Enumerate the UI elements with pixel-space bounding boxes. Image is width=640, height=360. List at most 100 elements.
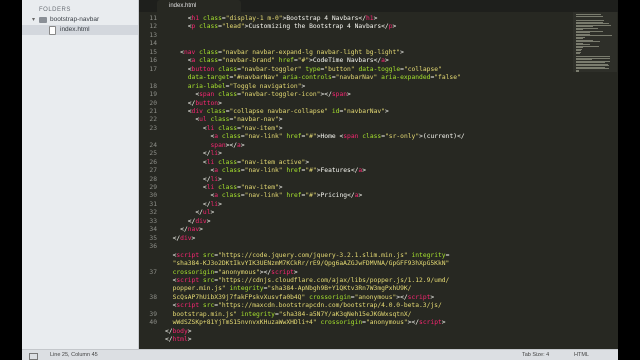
code-line[interactable]: <ul class="navbar-nav"> <box>165 116 282 124</box>
code-line[interactable]: </div> <box>165 218 211 226</box>
disclosure-icon[interactable]: ▾ <box>32 15 35 25</box>
code-line[interactable]: </button> <box>165 100 222 108</box>
code-line[interactable]: <span class="navbar-toggler-icon"></span… <box>165 91 351 99</box>
line-number: 13 <box>149 31 157 39</box>
code-line[interactable]: span></a> <box>165 142 245 150</box>
folder-label: bootstrap-navbar <box>50 16 100 23</box>
syntax-mode[interactable]: HTML <box>574 350 589 360</box>
code-line[interactable]: <li class="nav-item"> <box>165 184 283 192</box>
line-number: 31 <box>149 200 157 208</box>
code-line[interactable]: ScQsAP7hUibX39j7fakFPskvXusvfa0b4Q" cros… <box>165 294 435 302</box>
minimap-line <box>576 68 610 69</box>
code-token: div <box>180 234 192 242</box>
code-line[interactable]: <script src="https://cdnjs.cloudflare.co… <box>165 277 450 285</box>
code-line[interactable]: </ul> <box>165 209 214 217</box>
tab-size[interactable]: Tab Size: 4 <box>522 350 549 360</box>
code-line[interactable]: <li class="nav-item active"> <box>165 159 309 167</box>
code-line[interactable]: </div> <box>165 234 196 243</box>
sidebar: FOLDERS ▾ bootstrap-navbar index.html <box>22 0 139 349</box>
code-token: html <box>172 336 188 344</box>
code-token: "https://maxcdn.bootstrapcdn.com/bootstr… <box>218 302 442 310</box>
code-token: aria-expanded <box>381 74 431 82</box>
code-token: src <box>202 302 215 310</box>
code-token: integrity <box>229 285 264 293</box>
code-token: li <box>210 175 219 183</box>
code-token: class <box>199 48 219 56</box>
line-number: 12 <box>149 23 157 31</box>
code-token: script <box>176 302 200 310</box>
code-line[interactable]: <a class="nav-link" href="#">Features</a… <box>165 167 366 175</box>
code-token: > <box>301 82 306 90</box>
code-token: "navbar navbar-expand-lg navbar-light bg… <box>221 48 401 56</box>
code-token: class <box>218 158 238 166</box>
line-number: 22 <box>149 116 157 124</box>
code-token: aria-label <box>187 82 226 90</box>
code-line[interactable]: </li> <box>165 150 222 158</box>
code-line[interactable]: popper.min.js" integrity="sha384-ApNbgh9… <box>165 285 412 293</box>
code-line[interactable]: </html> <box>165 336 192 344</box>
code-line[interactable]: <p class="lead">Customizing the Bootstra… <box>165 23 397 31</box>
code-area[interactable]: <h1 class="display-1 m-0">Bootstrap 4 Na… <box>165 12 565 349</box>
code-line[interactable]: <script src = "https://code.jquery.com/jqu… <box>165 251 450 260</box>
code-line[interactable]: crossorigin="anonymous"></script> <box>165 269 298 277</box>
code-line[interactable]: <h1 class="display-1 m-0">Bootstrap 4 Na… <box>165 15 378 23</box>
line-number: 29 <box>149 184 157 191</box>
code-token: "#" <box>305 167 317 175</box>
code-token: > <box>400 48 404 56</box>
code-line[interactable]: <a class="nav-link" href="#">Pricing</a> <box>165 192 362 200</box>
code-line[interactable]: <div class="collapse navbar-collapse" id… <box>165 108 389 116</box>
code-token: = <box>445 251 450 259</box>
code-token: "Toggle navigation" <box>229 82 302 90</box>
folder-bootstrap-navbar[interactable]: ▾ bootstrap-navbar <box>22 15 138 25</box>
code-token: ></ <box>225 141 238 149</box>
code-token: > <box>199 226 203 234</box>
code-token: h1 <box>191 15 200 22</box>
code-line[interactable]: </nav> <box>165 226 203 234</box>
code-token: > <box>187 327 192 335</box>
code-line[interactable]: aria-label="Toggle navigation"> <box>165 82 306 91</box>
code-token: > <box>362 167 367 175</box>
code-token: "anonymous" <box>218 268 260 276</box>
code-token: < <box>165 133 215 141</box>
code-line[interactable]: </li> <box>165 201 222 209</box>
code-line[interactable]: "sha384-KJ3o2DKtIkvYIK3UENzmM7KCkRr/rE9/… <box>165 260 450 268</box>
code-line[interactable]: <script src="https://maxcdn.bootstrapcdn… <box>165 302 442 310</box>
code-token: li <box>210 200 219 208</box>
code-token: "sha384-a5N7Y/aK3qNeh15eJKGWxsqtnX/ <box>278 310 412 318</box>
code-line[interactable]: <button class="navbar-toggler" type="but… <box>165 66 442 74</box>
code-token: h1 <box>365 15 374 22</box>
code-token: "navbar-toggler" <box>240 65 302 73</box>
code-token: class <box>210 116 230 124</box>
minimap-line <box>576 71 580 72</box>
code-line[interactable]: </body> <box>165 328 192 336</box>
code-token: data-target <box>187 74 230 82</box>
code-token: </ <box>165 99 196 107</box>
code-token: ></ <box>407 319 420 327</box>
code-line[interactable]: <a class="navbar-brand" href="#">CodeTim… <box>165 57 389 65</box>
code-token: "navbarNav" <box>335 74 378 82</box>
minimap[interactable] <box>573 12 617 72</box>
line-number: 11 <box>149 15 157 22</box>
code-line[interactable]: <a class="nav-link" href="#">Home <span … <box>165 133 464 141</box>
code-line[interactable]: <nav class="navbar navbar-expand-lg navb… <box>165 49 404 57</box>
code-token: "navbar-brand" <box>221 57 275 65</box>
line-number: 37 <box>149 268 157 276</box>
code-token: aria-controls <box>282 74 332 82</box>
code-line[interactable]: </li> <box>165 176 222 184</box>
code-line[interactable]: data-target="#navbarNav" aria-controls="… <box>165 74 461 82</box>
code-line[interactable]: <li class="nav-item"> <box>165 125 283 133</box>
panel-toggle-icon[interactable] <box>29 353 38 360</box>
code-line[interactable]: bootstrap.min.js" integrity="sha384-a5N7… <box>165 310 412 319</box>
code-token: > <box>187 336 192 344</box>
code-token: > <box>218 200 222 208</box>
code-editor[interactable]: index.html 11 12 13 14 15 16 17 18 19 20 21 22 23 24 2… <box>139 0 618 349</box>
file-index-html[interactable]: index.html <box>22 25 138 35</box>
code-token: crossorigin <box>172 268 215 276</box>
code-token: >Home < <box>316 133 344 141</box>
code-token: < <box>165 23 192 31</box>
code-line[interactable]: wWdSZSKp+81YjTmS15nvnvxKHuzaWwXHDli+4" c… <box>165 319 446 327</box>
code-token: crossorigin <box>320 319 363 327</box>
code-token: < <box>165 57 192 65</box>
tab-index-html[interactable]: index.html <box>157 0 241 12</box>
line-number: 17 <box>149 65 157 73</box>
